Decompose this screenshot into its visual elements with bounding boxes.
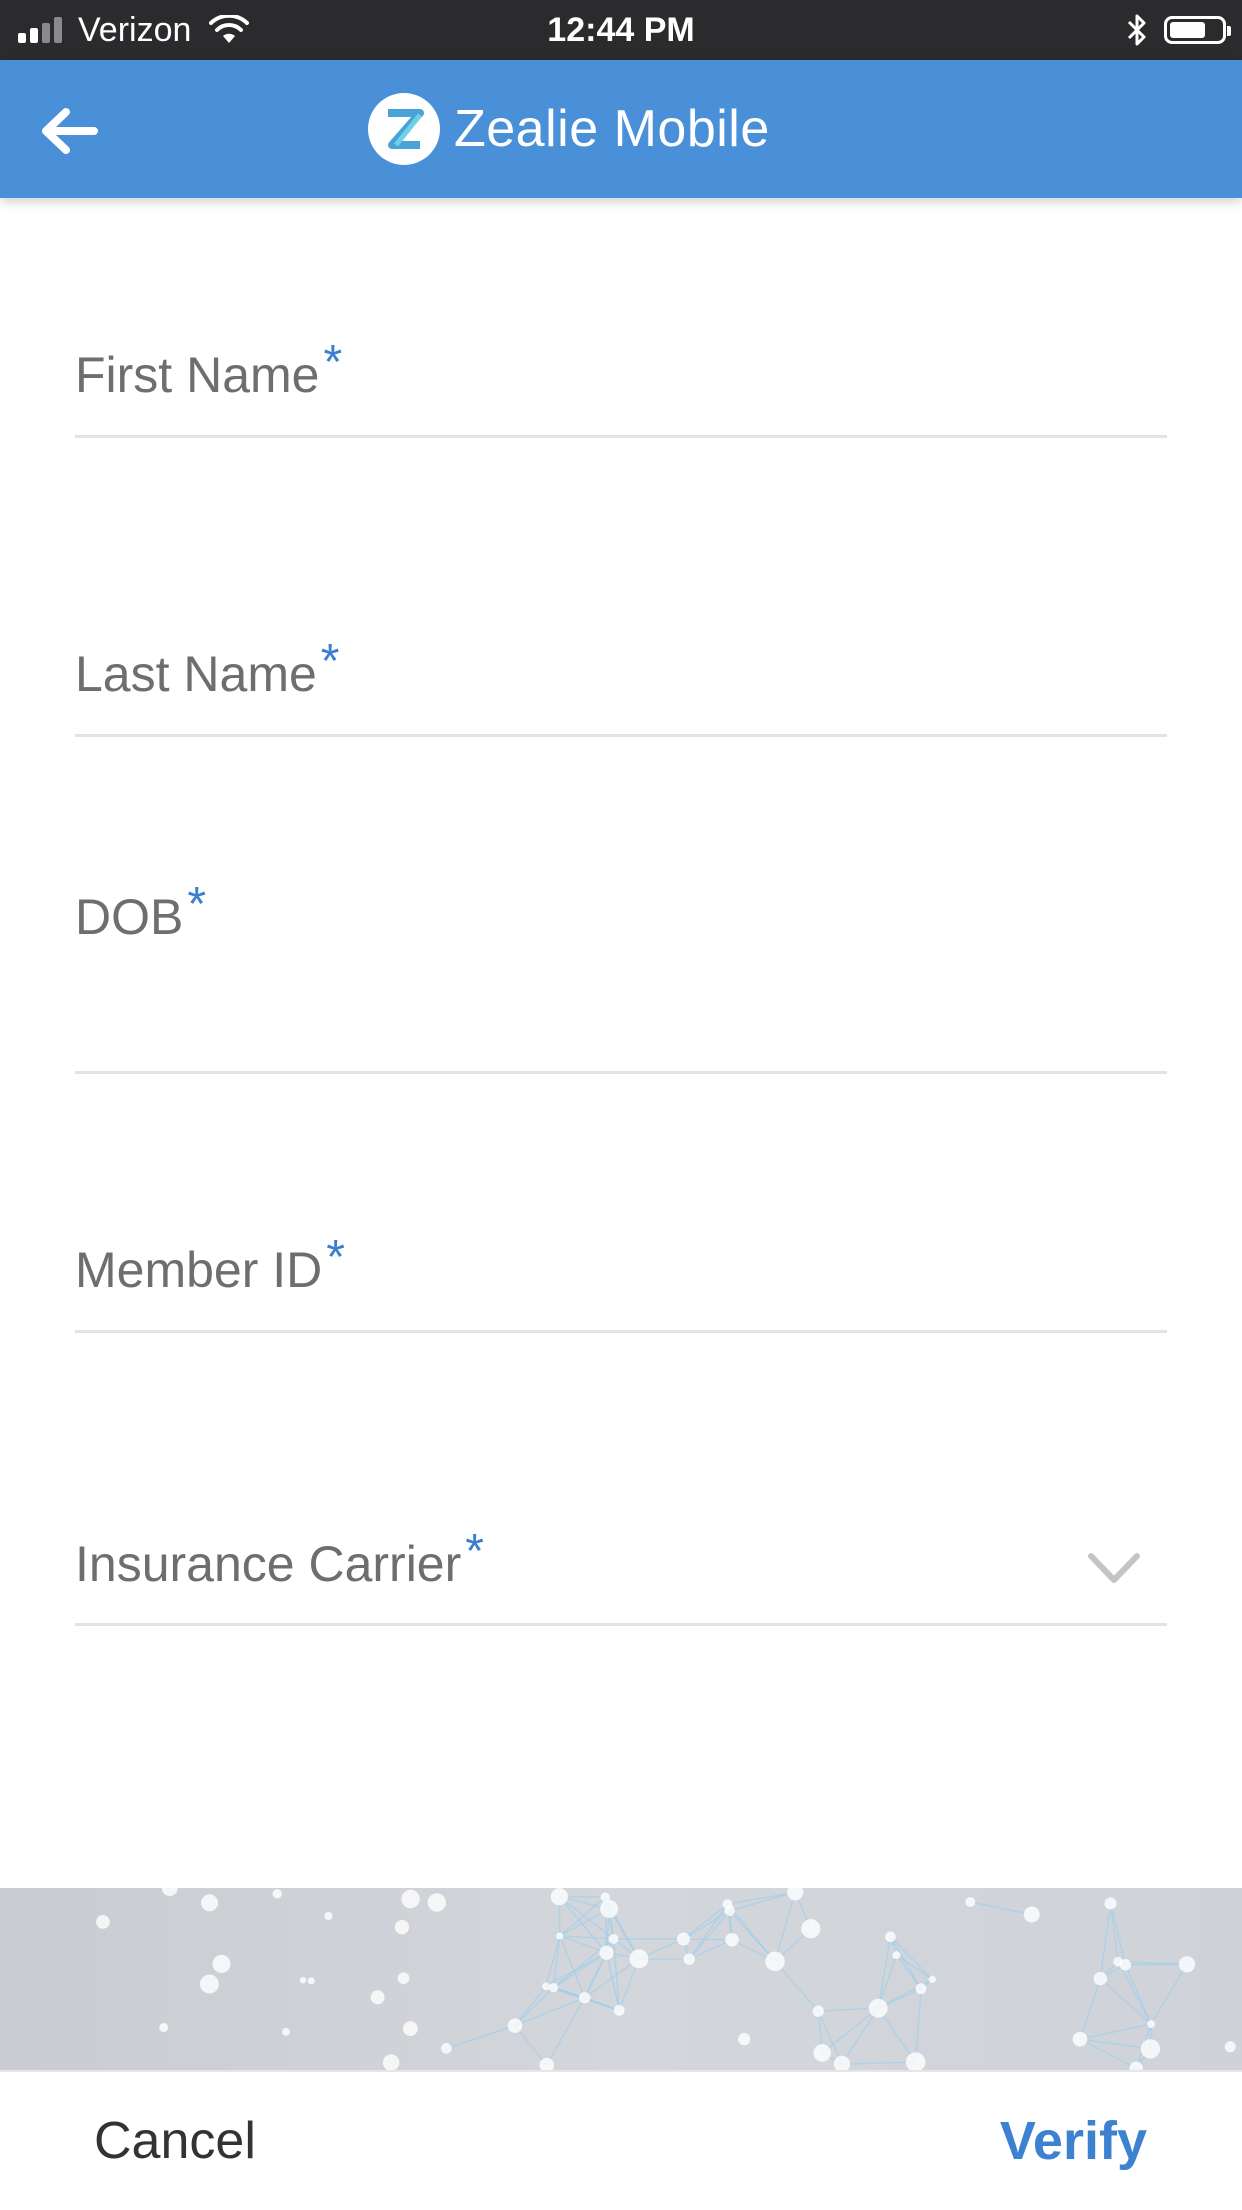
battery-icon [1164,16,1226,44]
member-id-label: Member ID [75,1242,322,1298]
bluetooth-icon [1126,13,1148,47]
status-bar: Verizon 12:44 PM [0,0,1242,60]
chevron-down-icon[interactable] [1087,1548,1141,1588]
last-name-label: Last Name [75,646,317,702]
status-time: 12:44 PM [0,0,1242,60]
required-marker: * [323,336,342,389]
member-id-field[interactable]: Member ID* [75,1071,1167,1333]
app-title: Zealie Mobile [454,99,770,159]
required-marker: * [326,1231,345,1284]
first-name-label: First Name [75,347,319,403]
zealie-logo-icon [368,93,440,165]
required-marker: * [187,878,206,931]
app-header: Zealie Mobile [0,60,1242,198]
network-background-image [0,1888,1242,2070]
last-name-field[interactable]: Last Name* [75,435,1167,737]
status-right [1126,0,1226,60]
cancel-button[interactable]: Cancel [94,2072,256,2210]
insurance-carrier-select[interactable]: Insurance Carrier* [75,1330,1167,1626]
insurance-carrier-label: Insurance Carrier [75,1536,461,1592]
verify-button[interactable]: Verify [1000,2072,1147,2210]
action-bar: Cancel Verify [0,2070,1242,2210]
dob-label: DOB [75,889,183,945]
first-name-field[interactable]: First Name* [75,198,1167,438]
arrow-left-icon [40,106,98,156]
dob-field[interactable]: DOB* [75,734,1167,1074]
required-marker: * [465,1525,484,1578]
brand: Zealie Mobile [368,90,770,168]
back-button[interactable] [34,96,104,166]
form-card: First Name* Last Name* DOB* Member ID* I… [0,198,1242,1888]
required-marker: * [321,635,340,688]
